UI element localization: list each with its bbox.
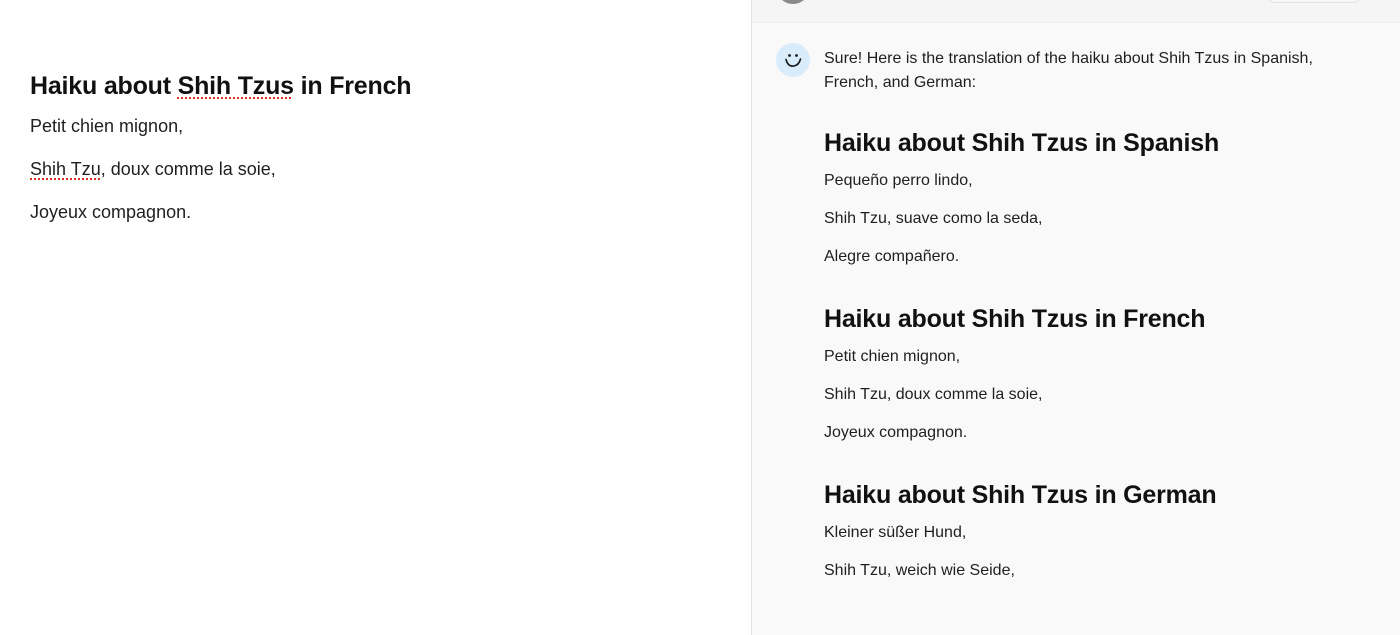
header-button[interactable] [1268, 0, 1360, 3]
assistant-message: Sure! Here is the translation of the hai… [776, 43, 1380, 581]
poem-line: Pequeño perro lindo, [824, 172, 973, 189]
haiku-section: Haiku about Shih Tzus in Spanish Pequeño… [824, 129, 1369, 267]
document-editor[interactable]: Haiku about Shih Tzus in French Petit ch… [0, 0, 751, 635]
poem-line: Alegre compañero. [824, 248, 960, 265]
app-window: Haiku about Shih Tzus in French Petit ch… [0, 0, 1400, 635]
document-line[interactable]: Petit chien mignon, [30, 115, 720, 137]
smiley-face-icon [776, 43, 810, 77]
document-line[interactable]: Joyeux compagnon. [30, 201, 720, 223]
line-text: Joyeux compagnon. [30, 202, 192, 222]
document-content[interactable]: Haiku about Shih Tzus in French Petit ch… [30, 72, 720, 244]
document-heading[interactable]: Haiku about Shih Tzus in French [30, 72, 720, 101]
poem-line: Kleiner süßer Hund, [824, 524, 967, 541]
poem-line: Shih Tzu, weich wie Seide, [824, 562, 1015, 579]
avatar-icon[interactable] [776, 0, 810, 4]
haiku-section: Haiku about Shih Tzus in French Petit ch… [824, 305, 1369, 443]
line-text: , doux comme la soie, [100, 159, 276, 179]
heading-text-suffix: in French [293, 72, 412, 100]
message-intro: Sure! Here is the translation of the hai… [824, 50, 1313, 91]
poem-line: Joyeux compagnon. [824, 424, 968, 441]
haiku-section: Haiku about Shih Tzus in German Kleiner … [824, 481, 1369, 581]
poem-line: Shih Tzu, suave como la seda, [824, 210, 1043, 227]
section-heading: Haiku about Shih Tzus in French [824, 305, 1206, 333]
spellcheck-flagged-word[interactable]: Shih Tzu [30, 159, 101, 179]
poem-line: Petit chien mignon, [824, 348, 961, 365]
poem-line: Shih Tzu, doux comme la soie, [824, 386, 1043, 403]
document-line[interactable]: Shih Tzu, doux comme la soie, [30, 158, 720, 180]
section-heading: Haiku about Shih Tzus in German [824, 481, 1217, 509]
heading-text-prefix: Haiku about [30, 72, 178, 100]
chat-header [752, 0, 1400, 23]
message-body: Sure! Here is the translation of the hai… [824, 43, 1369, 581]
line-text: Petit chien mignon, [30, 116, 184, 136]
chat-panel[interactable]: Sure! Here is the translation of the hai… [752, 0, 1400, 635]
spellcheck-flagged-word[interactable]: Shih Tzus [178, 72, 294, 100]
section-heading: Haiku about Shih Tzus in Spanish [824, 129, 1220, 157]
